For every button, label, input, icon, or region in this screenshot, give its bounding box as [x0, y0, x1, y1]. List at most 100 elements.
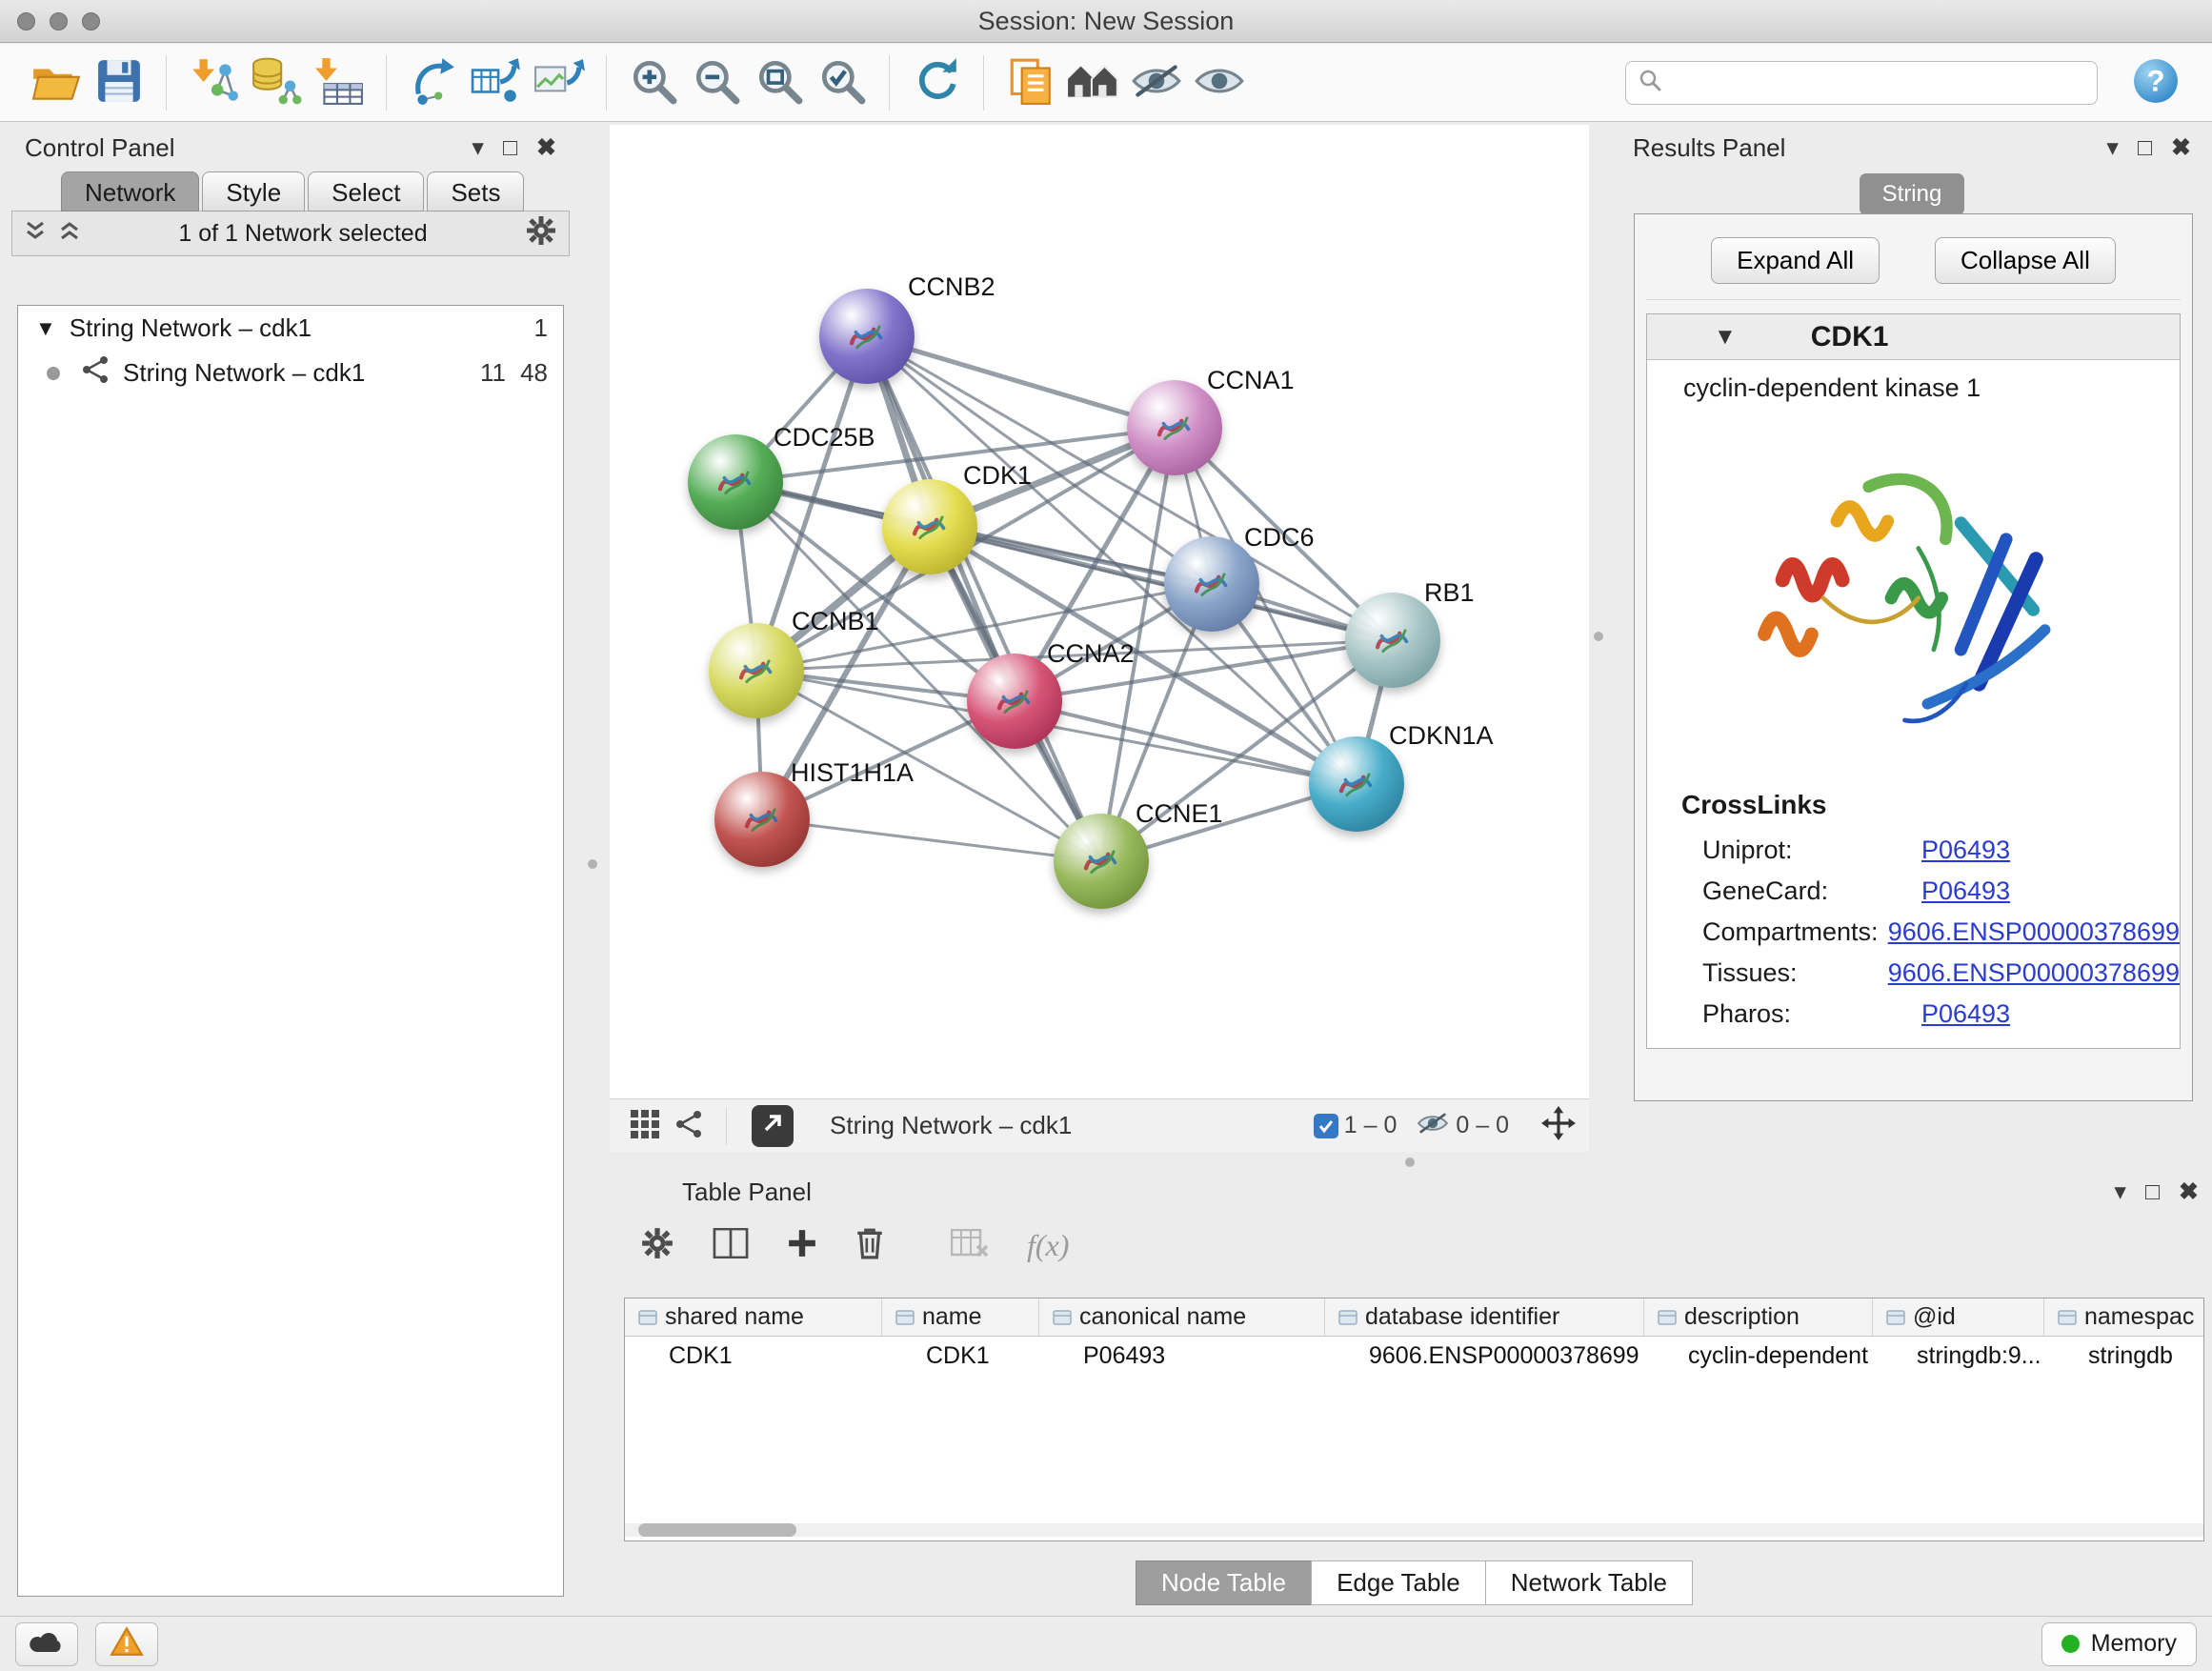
cloud-status-button[interactable] — [15, 1622, 78, 1666]
show-all-button[interactable] — [1188, 52, 1251, 113]
maximize-window-button[interactable] — [82, 12, 100, 30]
network-node-CCNB1[interactable] — [709, 623, 804, 718]
string-results-tab[interactable]: String — [1860, 173, 1965, 215]
column-header[interactable]: @id — [1873, 1299, 2044, 1336]
select-columns-icon[interactable] — [713, 1228, 749, 1263]
import-table-button[interactable] — [308, 52, 371, 113]
import-network-file-button[interactable] — [182, 52, 245, 113]
tab-node-table[interactable]: Node Table — [1136, 1560, 1312, 1605]
tree-caret-icon[interactable]: ▼ — [35, 316, 56, 341]
column-header[interactable]: shared name — [625, 1299, 882, 1336]
tab-network[interactable]: Network — [61, 171, 199, 211]
network-node-label-CCNA1: CCNA1 — [1207, 366, 1295, 395]
cell-name[interactable]: CDK1 — [882, 1337, 1039, 1375]
network-collection-row[interactable]: ▼ String Network – cdk1 1 — [18, 306, 563, 351]
scrollbar-thumb[interactable] — [638, 1523, 796, 1537]
tab-select[interactable]: Select — [308, 171, 424, 211]
tab-network-table[interactable]: Network Table — [1485, 1560, 1693, 1605]
network-node-CCNE1[interactable] — [1054, 814, 1149, 909]
vertical-splitter-handle[interactable] — [1594, 632, 1603, 641]
close-window-button[interactable] — [17, 12, 35, 30]
houses-icon — [1066, 59, 1121, 106]
cell-database-identifier[interactable]: 9606.ENSP00000378699 — [1325, 1337, 1644, 1375]
import-network-database-button[interactable] — [245, 52, 308, 113]
column-header[interactable]: name — [882, 1299, 1039, 1336]
panel-float-icon[interactable]: □ — [2138, 134, 2152, 162]
zoom-fit-button[interactable] — [748, 52, 811, 113]
cell-namespace[interactable]: stringdb — [2044, 1337, 2204, 1375]
open-folder-icon — [30, 59, 82, 106]
search-box[interactable] — [1625, 61, 2098, 105]
network-overview-button[interactable] — [667, 1104, 711, 1148]
zoom-out-button[interactable] — [685, 52, 748, 113]
vertical-splitter-handle[interactable] — [588, 859, 597, 869]
network-canvas[interactable]: CCNB2CCNA1CDC25BCDK1CDC6RB1CCNB1CCNA2CDK… — [610, 125, 1589, 1098]
hide-selection-button[interactable] — [1125, 52, 1188, 113]
new-network-from-selection-button[interactable] — [465, 52, 528, 113]
gear-icon[interactable] — [525, 214, 557, 253]
column-header[interactable]: description — [1644, 1299, 1873, 1336]
panel-collapse-icon[interactable]: ▾ — [472, 133, 484, 162]
panel-float-icon[interactable]: □ — [2145, 1178, 2160, 1206]
panel-close-icon[interactable]: ✖ — [2171, 133, 2191, 162]
memory-button[interactable]: Memory — [2041, 1622, 2197, 1666]
horizontal-scrollbar[interactable] — [625, 1523, 2203, 1537]
panel-collapse-icon[interactable]: ▾ — [2114, 1178, 2126, 1206]
clone-network-button[interactable] — [402, 52, 465, 113]
collapse-all-networks-icon[interactable] — [24, 220, 47, 248]
panel-close-icon[interactable]: ✖ — [2179, 1178, 2199, 1206]
network-node-CDKN1A[interactable] — [1309, 736, 1404, 832]
crosslink-uniprot-link[interactable]: P06493 — [1921, 836, 2010, 865]
network-node-CDC25B[interactable] — [688, 434, 783, 530]
table-row[interactable]: CDK1 CDK1 P06493 9606.ENSP00000378699 cy… — [625, 1337, 2203, 1375]
node-selection-checkbox[interactable] — [1314, 1114, 1338, 1138]
function-builder-button[interactable]: f(x) — [1027, 1228, 1069, 1263]
crosslink-genecard-link[interactable]: P06493 — [1921, 876, 2010, 906]
panel-float-icon[interactable]: □ — [503, 134, 517, 162]
column-header[interactable]: namespac — [2044, 1299, 2204, 1336]
delete-column-trash-icon[interactable] — [855, 1227, 884, 1264]
column-header[interactable]: canonical name — [1039, 1299, 1325, 1336]
expand-all-networks-icon[interactable] — [58, 220, 81, 248]
cell-canonical-name[interactable]: P06493 — [1039, 1337, 1325, 1375]
tab-edge-table[interactable]: Edge Table — [1311, 1560, 1486, 1605]
network-node-CDK1[interactable] — [882, 479, 977, 574]
open-in-new-button[interactable] — [752, 1105, 794, 1147]
birdseye-toggle-button[interactable] — [623, 1104, 667, 1148]
collapse-all-button[interactable]: Collapse All — [1935, 237, 2116, 284]
cell-description[interactable]: cyclin-dependent ... — [1644, 1337, 1873, 1375]
tab-style[interactable]: Style — [202, 171, 305, 211]
minimize-window-button[interactable] — [50, 12, 68, 30]
help-button[interactable]: ? — [2124, 52, 2187, 113]
table-settings-gear-icon[interactable] — [640, 1226, 674, 1265]
crosslink-compartments-link[interactable]: 9606.ENSP00000378699 — [1888, 917, 2180, 947]
refresh-button[interactable] — [905, 52, 968, 113]
annotation-button[interactable] — [999, 52, 1062, 113]
network-node-CCNB2[interactable] — [819, 289, 915, 384]
add-column-icon[interactable] — [787, 1228, 817, 1263]
export-image-button[interactable] — [528, 52, 591, 113]
search-input[interactable] — [1672, 69, 2085, 96]
zoom-in-button[interactable] — [622, 52, 685, 113]
pan-crosshair-icon[interactable] — [1541, 1106, 1576, 1145]
network-row-selected[interactable]: String Network – cdk1 11 48 — [18, 351, 563, 395]
crosslink-pharos-link[interactable]: P06493 — [1921, 999, 2010, 1029]
string-results-content: Expand All Collapse All ▼ CDK1 cyclin-de… — [1634, 213, 2193, 1101]
tab-sets[interactable]: Sets — [427, 171, 524, 211]
hidden-edges-eye-icon[interactable] — [1416, 1111, 1450, 1140]
expand-all-button[interactable]: Expand All — [1711, 237, 1880, 284]
column-header[interactable]: database identifier — [1325, 1299, 1644, 1336]
zoom-selected-button[interactable] — [811, 52, 874, 113]
warnings-button[interactable] — [95, 1622, 158, 1666]
crosslink-tissues-link[interactable]: 9606.ENSP00000378699 — [1888, 958, 2180, 988]
panel-collapse-icon[interactable]: ▾ — [2106, 133, 2119, 162]
gene-card-header[interactable]: ▼ CDK1 — [1647, 314, 2180, 360]
save-session-button[interactable] — [88, 52, 151, 113]
first-neighbors-button[interactable] — [1062, 52, 1125, 113]
cell-id[interactable]: stringdb:9... — [1873, 1337, 2044, 1375]
horizontal-splitter-handle[interactable] — [1405, 1158, 1415, 1167]
open-session-button[interactable] — [25, 52, 88, 113]
collapse-caret-icon[interactable]: ▼ — [1714, 324, 1737, 351]
cell-shared-name[interactable]: CDK1 — [625, 1337, 882, 1375]
panel-close-icon[interactable]: ✖ — [536, 133, 556, 162]
